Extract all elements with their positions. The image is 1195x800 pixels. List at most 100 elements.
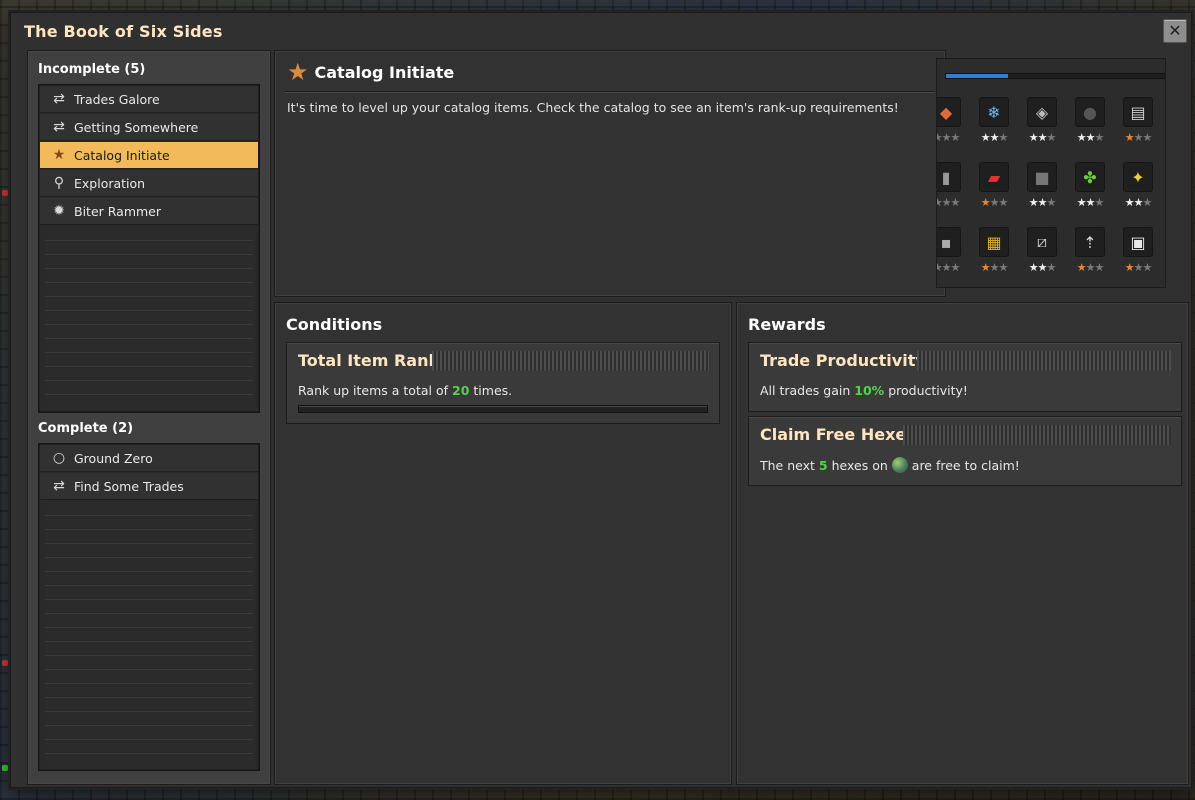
trade-icon: ⇄ [53, 478, 65, 494]
catalog-item[interactable]: ▣ ★★★ [1121, 227, 1155, 281]
quest-title-row: ★ Catalog Initiate [287, 59, 454, 85]
rank-star-icon: ★ [1142, 131, 1152, 144]
rank-star-icon: ★ [1094, 196, 1104, 209]
iron-plate-icon: ◈ [1027, 97, 1057, 127]
catalog-item[interactable]: ● ★★★ [1073, 97, 1107, 151]
quest-list-item-label: Exploration [74, 175, 146, 191]
quest-list-panel: Incomplete (5) ⇄ Trades Galore ⇄ Getting So… [27, 50, 271, 785]
catalog-progress-bar [945, 73, 1165, 79]
trade-icon: ⇄ [53, 119, 65, 135]
rank-stars: ★★★ [1073, 131, 1107, 144]
condition-card: Total Item Rank Rank up items a total of… [286, 342, 720, 424]
world-entity [2, 190, 8, 196]
world-entity [2, 765, 8, 771]
conditions-header: Conditions [286, 315, 383, 334]
rank-star-icon: ★ [950, 196, 960, 209]
rank-stars: ★★★ [937, 261, 963, 274]
reward-card: Trade Productivity All trades gain 10% p… [748, 342, 1182, 412]
catalog-item[interactable]: ▮ ★★★ [937, 162, 963, 216]
quest-list-item[interactable]: ⇄ Find Some Trades [40, 473, 258, 500]
reward-text: All trades gain 10% productivity! [760, 383, 968, 398]
quest-list-item-label: Getting Somewhere [74, 119, 199, 135]
reward-text-after: are free to claim! [911, 457, 1020, 473]
card-drag-grip [917, 351, 1171, 371]
catalog-item[interactable]: ▤ ★★★ [1121, 97, 1155, 151]
trade-icon: ⇄ [53, 91, 65, 107]
window-title: The Book of Six Sides [24, 22, 223, 41]
stone-brick-icon: ▤ [1123, 97, 1153, 127]
catalog-item[interactable]: ✤ ★★★ [1073, 162, 1107, 216]
quest-list-item-label: Catalog Initiate [74, 147, 170, 163]
rank-stars: ★★★ [1121, 196, 1155, 209]
coal-icon: ● [1075, 97, 1105, 127]
quest-list-item[interactable]: ✹ Biter Rammer [40, 198, 258, 225]
steel-plate-icon: ■ [1027, 162, 1057, 192]
rank-star-icon: ★ [1028, 131, 1039, 144]
rank-star-icon: ★ [950, 261, 960, 274]
reward-text: The next 5 hexes on are free to claim! [760, 457, 1020, 473]
condition-text-before: Rank up items a total of [298, 383, 448, 398]
condition-progress-bar [298, 405, 708, 413]
rank-star-icon: ★ [1076, 131, 1087, 144]
catalog-item[interactable]: ⧄ ★★★ [1025, 227, 1059, 281]
catalog-preview[interactable]: ◆★★★❄★★★◈★★★●★★★▤★★★⚙★★★▮★★★▰★★★■★★★✤★★★… [936, 58, 1166, 288]
biter-icon: ✹ [53, 203, 65, 219]
rank-star-icon: ★ [1028, 196, 1039, 209]
catalog-item[interactable]: ▰ ★★★ [977, 162, 1011, 216]
rank-star-icon: ★ [980, 261, 991, 274]
catalog-item[interactable]: ▦ ★★★ [977, 227, 1011, 281]
incomplete-list[interactable]: ⇄ Trades Galore ⇄ Getting Somewhere ★ Catalog… [38, 84, 260, 413]
world-entity [2, 660, 8, 666]
rank-star-icon: ★ [1046, 196, 1056, 209]
reward-value: 5 [818, 457, 828, 473]
rank-stars: ★★★ [1025, 131, 1059, 144]
quest-list-item-label: Trades Galore [74, 91, 160, 107]
rank-stars: ★★★ [937, 131, 963, 144]
catalog-item[interactable]: ✦ ★★★ [1121, 162, 1155, 216]
quest-detail-panel: ★ Catalog Initiate It's time to level up… [274, 50, 946, 297]
rank-star-icon: ★ [1142, 261, 1152, 274]
reward-text-mid: hexes on [831, 457, 888, 473]
star-icon: ★ [52, 147, 66, 163]
red-circuit-icon: ▰ [979, 162, 1009, 192]
rank-star-icon: ★ [1142, 196, 1152, 209]
rank-stars: ★★★ [937, 196, 963, 209]
quest-list-item[interactable]: ⚲ Exploration [40, 170, 258, 197]
complete-list[interactable]: ○ Ground Zero ⇄ Find Some Trades [38, 443, 260, 771]
rank-star-icon: ★ [1076, 261, 1087, 274]
catalog-item[interactable]: ⇡ ★★★ [1073, 227, 1107, 281]
steel-beam-icon: ⧄ [1027, 227, 1057, 257]
planet-icon [891, 457, 908, 473]
quest-list-item[interactable]: ★ Catalog Initiate [40, 142, 258, 169]
catalog-item[interactable]: ■ ★★★ [1025, 162, 1059, 216]
quest-list-item[interactable]: ○ Ground Zero [40, 445, 258, 472]
quest-list-item-label: Biter Rammer [74, 203, 162, 219]
catalog-item[interactable]: ◈ ★★★ [1025, 97, 1059, 151]
catalog-item[interactable]: ❄ ★★★ [977, 97, 1011, 151]
rank-star-icon: ★ [1124, 131, 1135, 144]
reward-text-before: All trades gain [760, 383, 851, 398]
rank-stars: ★★★ [1121, 131, 1155, 144]
rank-stars: ★★★ [1121, 261, 1155, 274]
star-icon: ★ [287, 58, 309, 86]
complete-header: Complete (2) [38, 421, 134, 436]
quest-list-item[interactable]: ⇄ Trades Galore [40, 86, 258, 113]
rank-star-icon: ★ [998, 131, 1008, 144]
rank-star-icon: ★ [1124, 196, 1135, 209]
rank-star-icon: ★ [998, 261, 1008, 274]
window-titlebar[interactable]: The Book of Six Sides ✕ [11, 13, 1191, 49]
rank-stars: ★★★ [977, 196, 1011, 209]
rank-stars: ★★★ [977, 261, 1011, 274]
book-of-six-sides-window: The Book of Six Sides ✕ Incomplete (5) ⇄… [10, 12, 1192, 788]
gold-ore-icon: ✦ [1123, 162, 1153, 192]
quest-list-item[interactable]: ⇄ Getting Somewhere [40, 114, 258, 141]
quest-title: Catalog Initiate [314, 62, 455, 82]
condition-text-after: times. [473, 383, 513, 398]
reward-text-before: The next [760, 457, 815, 473]
close-button[interactable]: ✕ [1163, 19, 1187, 43]
catalog-item[interactable]: ▪ ★★★ [937, 227, 963, 281]
rank-star-icon: ★ [950, 131, 960, 144]
ring-icon: ○ [52, 450, 66, 466]
catalog-item[interactable]: ◆ ★★★ [937, 97, 963, 151]
rewards-header: Rewards [748, 315, 826, 334]
